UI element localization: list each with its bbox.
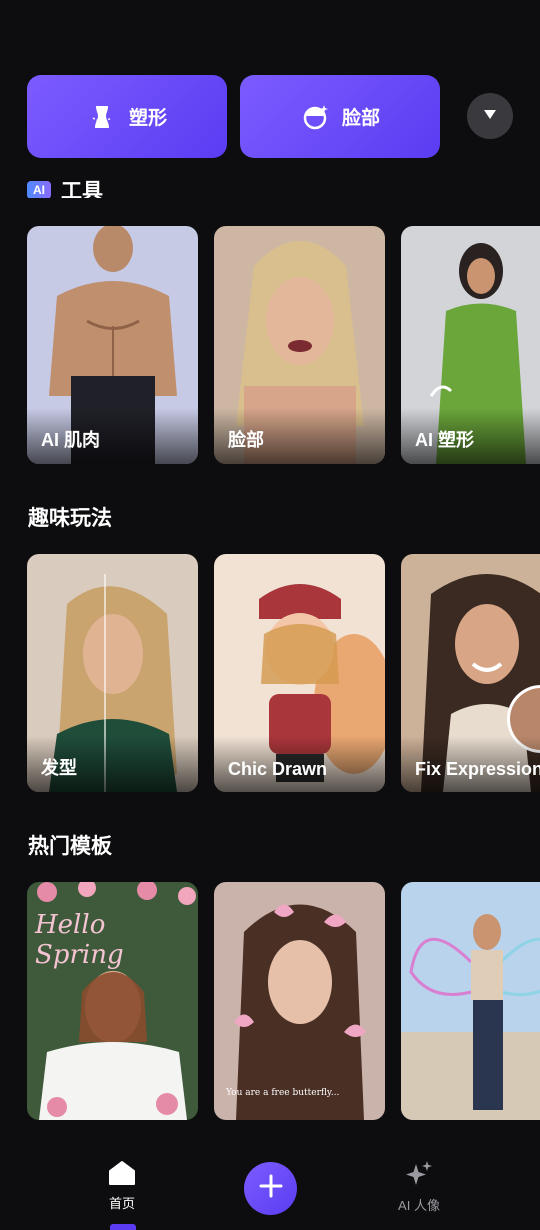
home-icon: [108, 1160, 136, 1189]
plus-icon: [259, 1174, 283, 1203]
active-tab-indicator: [110, 1224, 136, 1230]
expand-categories-button[interactable]: [467, 93, 513, 139]
card-ai-muscle[interactable]: AI 肌肉: [27, 226, 198, 464]
sparkle-icon: [404, 1160, 434, 1191]
nav-home-label: 首页: [108, 1196, 135, 1211]
fun-row: 发型 Chic Drawn Fix Expression: [27, 554, 540, 794]
card-label: Fix Expression: [401, 736, 540, 792]
body-shape-label: 塑形: [128, 108, 167, 129]
templates-row: Hello Spring You are a free butterfly...: [27, 882, 540, 1122]
card-label: Chic Drawn: [214, 736, 385, 792]
bottom-navigation: 首页 AI 人像: [0, 1140, 540, 1230]
create-button[interactable]: [244, 1162, 297, 1215]
ai-tools-header: AI 工具: [27, 170, 227, 198]
chevron-down-icon: [483, 107, 497, 125]
card-chic-drawn[interactable]: Chic Drawn: [214, 554, 385, 792]
face-button[interactable]: 脸部: [240, 75, 440, 158]
card-hairstyle[interactable]: 发型: [27, 554, 198, 792]
card-ai-shaping[interactable]: AI 塑形: [401, 226, 540, 464]
ai-tools-title: 工具: [61, 180, 103, 198]
template-caption: You are a free butterfly...: [226, 1088, 340, 1098]
ai-badge: AI: [27, 181, 51, 198]
card-label: 脸部: [214, 408, 385, 464]
card-label: 发型: [27, 736, 198, 792]
fun-section-title: 趣味玩法: [28, 507, 112, 530]
card-template-butterfly[interactable]: You are a free butterfly...: [214, 882, 385, 1120]
wings-image: [401, 882, 540, 1120]
nav-home[interactable]: 首页: [95, 1160, 149, 1212]
card-label: AI 肌肉: [27, 408, 198, 464]
face-label: 脸部: [341, 108, 380, 129]
butterfly-image: [214, 882, 385, 1120]
templates-section-title: 热门模板: [28, 835, 112, 858]
nav-ai-portrait[interactable]: AI 人像: [387, 1160, 451, 1214]
nav-ai-label: AI 人像: [398, 1198, 440, 1213]
face-icon: [300, 102, 330, 132]
body-shape-button[interactable]: 塑形: [27, 75, 227, 158]
card-template-wings[interactable]: [401, 882, 540, 1120]
card-label: AI 塑形: [401, 408, 540, 464]
ai-tools-row: AI 肌肉 脸部 AI 塑形: [27, 226, 540, 466]
body-icon: [87, 102, 117, 132]
top-category-buttons: 塑形 脸部: [27, 75, 540, 158]
card-fix-expression[interactable]: Fix Expression: [401, 554, 540, 792]
card-face[interactable]: 脸部: [214, 226, 385, 464]
card-template-hello-spring[interactable]: Hello Spring: [27, 882, 198, 1120]
template-caption: Hello Spring: [35, 910, 124, 970]
